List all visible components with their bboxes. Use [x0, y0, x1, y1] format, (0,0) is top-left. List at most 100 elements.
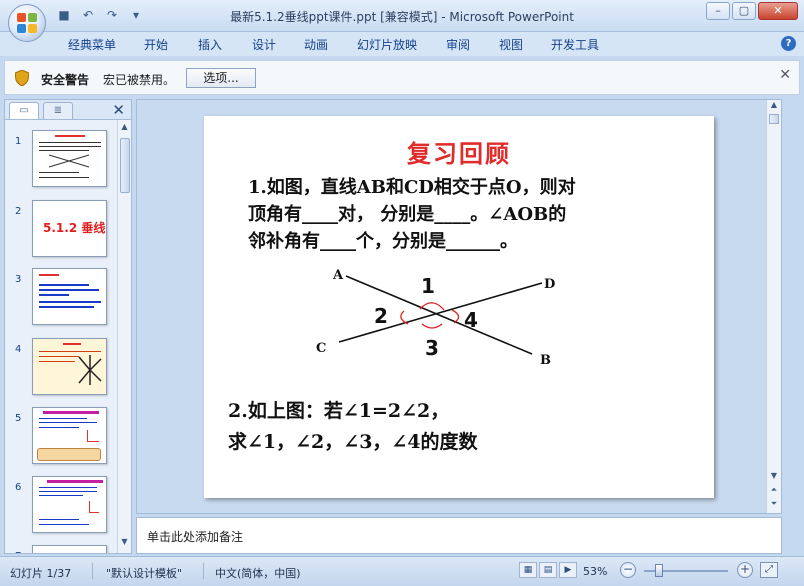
pane-tabs: ▭ ≣ ✕: [5, 100, 131, 120]
slide-scrollbar[interactable]: ▲ ▼ ⏶ ⏷: [766, 100, 781, 513]
line-cd: [338, 282, 543, 343]
close-icon[interactable]: ✕: [779, 67, 791, 83]
slide-number: 2: [15, 206, 22, 217]
angle-label-1: 1: [421, 274, 435, 298]
intersecting-lines-figure[interactable]: A B C D 1 2 3 4: [304, 266, 574, 378]
question-2[interactable]: 2.如上图：若∠1=2∠2， 求∠1，∠2，∠3，∠4的度数: [228, 396, 478, 458]
normal-view-button[interactable]: ▦: [519, 562, 537, 578]
question-1-line: 1.如图，直线AB和CD相交于点O，则对: [248, 177, 576, 198]
maximize-button[interactable]: ▢: [732, 2, 756, 20]
shield-icon: [15, 70, 29, 86]
design-template-label[interactable]: "默认设计模板": [106, 565, 182, 581]
status-bar: 幻灯片 1/37 "默认设计模板" 中文(简体，中国) ▦ ▤ ▶ 53% − …: [0, 556, 804, 586]
title-bar: ■ ↶ ↷ ▾ 最新5.1.2垂线ppt课件.ppt [兼容模式] - Micr…: [0, 0, 804, 32]
angle-label-2: 2: [374, 304, 388, 328]
language-indicator[interactable]: 中文(简体，中国): [215, 565, 301, 581]
tab-home[interactable]: 开始: [144, 36, 168, 53]
tab-animations[interactable]: 动画: [304, 36, 328, 53]
slide-number: 4: [15, 344, 22, 355]
slide-thumbnail[interactable]: 4: [5, 338, 117, 408]
tab-review[interactable]: 审阅: [446, 36, 470, 53]
angle-arc-bottom: [421, 323, 443, 329]
notes-placeholder[interactable]: 单击此处添加备注: [147, 528, 243, 545]
slide-number: 7: [15, 551, 21, 553]
tab-outline[interactable]: ≣: [43, 102, 73, 119]
thumbnail-preview: 5.1.2 垂线: [32, 200, 107, 257]
zoom-in-button[interactable]: +: [737, 562, 753, 578]
slide-thumbnail[interactable]: 1: [5, 130, 117, 200]
slide-number: 1: [15, 136, 22, 147]
next-slide-icon[interactable]: ⏷: [767, 499, 781, 513]
slide-number: 5: [15, 413, 22, 424]
security-warning-message: 宏已被禁用。: [103, 73, 176, 87]
slide-editor: 复习回顾 1.如图，直线AB和CD相交于点O，则对 顶角有____对， 分别是_…: [136, 99, 782, 514]
slide-thumbnail[interactable]: 2 5.1.2 垂线: [5, 200, 117, 270]
notes-pane[interactable]: 单击此处添加备注: [136, 517, 782, 554]
minimize-button[interactable]: –: [706, 2, 730, 20]
options-button[interactable]: 选项...: [186, 68, 256, 88]
tab-slideshow[interactable]: 幻灯片放映: [357, 36, 417, 53]
help-icon[interactable]: ?: [781, 36, 796, 51]
slideshow-view-button[interactable]: ▶: [559, 562, 577, 578]
zoom-level[interactable]: 53%: [583, 565, 607, 578]
thumbnail-preview: [32, 338, 107, 395]
point-label-a: A: [332, 268, 344, 283]
zoom-out-button[interactable]: −: [620, 562, 636, 578]
slide-thumbnail[interactable]: 7: [5, 545, 117, 553]
question-1[interactable]: 1.如图，直线AB和CD相交于点O，则对 顶角有____对， 分别是____。∠…: [248, 174, 668, 255]
window-controls: – ▢ ✕: [706, 2, 798, 20]
thumbnail-preview: [32, 407, 107, 464]
status-divider: [92, 563, 93, 579]
thumbnail-preview: [32, 476, 107, 533]
slides-pane: ▭ ≣ ✕ 1 2 5.1.2 垂线 3 4 5 6 ▲ ▼: [4, 99, 132, 554]
slide-sorter-view-button[interactable]: ▤: [539, 562, 557, 578]
point-label-c: C: [316, 341, 326, 356]
scrollbar-thumb[interactable]: [120, 138, 130, 193]
question-1-line: 顶角有____对， 分别是____。∠AOB的: [248, 204, 567, 225]
thumbnail-preview: [32, 268, 107, 325]
tab-insert[interactable]: 插入: [198, 36, 222, 53]
slide-thumbnail[interactable]: 6: [5, 476, 117, 546]
security-warning-bar: 安全警告 宏已被禁用。 选项... ✕: [4, 60, 800, 95]
fit-to-window-button[interactable]: ⤢: [760, 562, 778, 578]
previous-slide-icon[interactable]: ⏶: [767, 485, 781, 499]
scroll-down-icon[interactable]: ▼: [118, 537, 131, 551]
question-1-line: 邻补角有____个，分别是______。: [248, 231, 518, 252]
thumbnails-scrollbar[interactable]: ▲ ▼: [117, 120, 131, 553]
scroll-up-icon[interactable]: ▲: [118, 122, 131, 136]
scroll-up-icon[interactable]: ▲: [767, 100, 781, 114]
thumbnail-preview: [32, 545, 107, 553]
question-2-line: 2.如上图：若∠1=2∠2，: [228, 400, 450, 422]
slide-counter: 幻灯片 1/37: [10, 567, 72, 580]
slide-number: 3: [15, 274, 22, 285]
tab-developer[interactable]: 开发工具: [551, 36, 599, 53]
point-label-d: D: [544, 277, 555, 292]
current-slide[interactable]: 复习回顾 1.如图，直线AB和CD相交于点O，则对 顶角有____对， 分别是_…: [204, 116, 714, 498]
ribbon-tabs: 经典菜单 开始 插入 设计 动画 幻灯片放映 审阅 视图 开发工具: [0, 32, 804, 56]
angle-label-3: 3: [425, 336, 439, 360]
office-logo-icon: [17, 13, 37, 33]
tab-classic-menu[interactable]: 经典菜单: [68, 36, 116, 53]
thumbnail-preview: [32, 130, 107, 187]
angle-label-4: 4: [464, 308, 478, 332]
tab-view[interactable]: 视图: [499, 36, 523, 53]
zoom-slider-handle[interactable]: [655, 564, 663, 577]
slide-thumbnail[interactable]: 5: [5, 407, 117, 477]
office-button[interactable]: [8, 4, 46, 42]
thumbnail-title: 5.1.2 垂线: [43, 221, 106, 235]
slide-number: 6: [15, 482, 22, 493]
question-2-line: 求∠1，∠2，∠3，∠4的度数: [228, 431, 478, 453]
scroll-down-icon[interactable]: ▼: [767, 471, 781, 485]
window-title: 最新5.1.2垂线ppt课件.ppt [兼容模式] - Microsoft Po…: [230, 10, 574, 24]
close-button[interactable]: ✕: [758, 2, 798, 20]
status-divider: [203, 563, 204, 579]
security-warning-title: 安全警告: [41, 73, 90, 87]
slide-title[interactable]: 复习回顾: [204, 134, 714, 169]
scrollbar-thumb[interactable]: [769, 114, 779, 124]
slide-thumbnails: 1 2 5.1.2 垂线 3 4 5 6: [5, 120, 117, 553]
close-icon[interactable]: ✕: [112, 101, 125, 119]
tab-slides[interactable]: ▭: [9, 102, 39, 119]
point-label-b: B: [540, 353, 551, 368]
slide-thumbnail[interactable]: 3: [5, 268, 117, 338]
tab-design[interactable]: 设计: [252, 36, 276, 53]
